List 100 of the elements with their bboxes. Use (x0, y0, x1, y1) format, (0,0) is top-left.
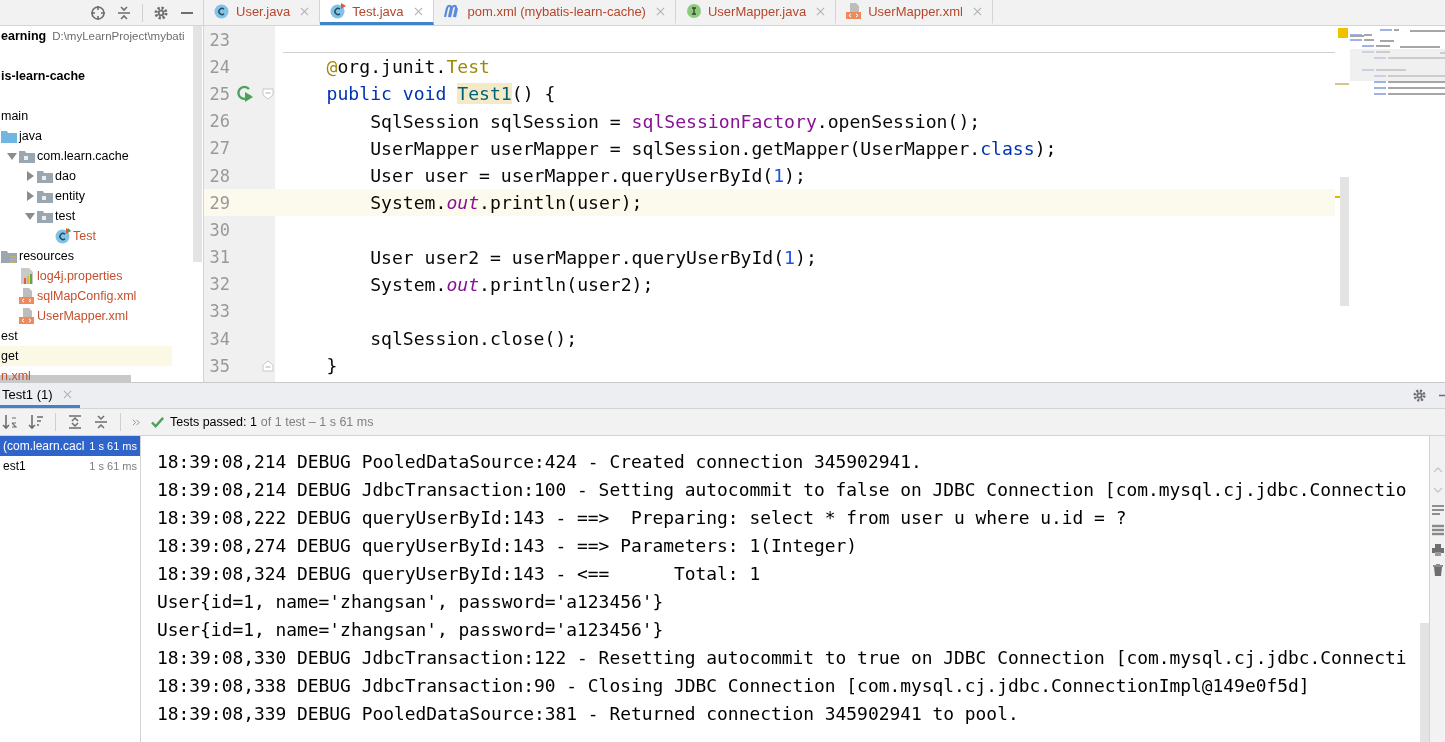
tree-item[interactable]: main (0, 106, 172, 126)
sort-alpha-icon[interactable] (2, 414, 18, 430)
code-line: System.out.println(user2); (369, 273, 654, 295)
tree-label: entity (55, 189, 85, 203)
tree-item[interactable]: dao (23, 166, 203, 186)
tree-label: Test (73, 229, 96, 243)
console-line: 18:39:08,330 DEBUG JdbcTransaction:122 - Resetting autocommit to true on JDBC Connection [com.mysql.cj.jdbc.Connecti (157, 646, 1408, 670)
code-line: User user = userMapper.queryUserById(1); (369, 165, 806, 187)
run-icon[interactable] (236, 84, 254, 103)
tree-label: get (1, 349, 19, 363)
tree-item[interactable]: java (0, 126, 190, 146)
line-number: 34 (208, 328, 230, 349)
expanded-arrow-icon[interactable] (25, 211, 35, 221)
collapse-all-icon[interactable] (93, 414, 109, 430)
scrollbar[interactable] (1420, 623, 1429, 742)
test-result-row[interactable]: (com.learn.cacl 1 s 61 ms (0, 436, 140, 456)
code-line: } (325, 355, 338, 377)
console-line: 18:39:08,222 DEBUG queryUserById:143 - ==> Preparing: select * from user u where u.id = ? (157, 506, 1128, 530)
editor-tab[interactable]: Test.java (320, 0, 434, 25)
close-icon[interactable] (62, 389, 72, 399)
scrollbar[interactable] (1340, 177, 1349, 306)
collapsed-arrow-icon[interactable] (25, 171, 35, 181)
expand-all-icon[interactable] (67, 414, 83, 430)
close-icon[interactable] (816, 6, 826, 16)
settings-icon[interactable] (1412, 388, 1427, 403)
line-number: 31 (208, 247, 230, 268)
code-line: public void Test1() { (325, 83, 556, 105)
class-icon (330, 3, 347, 19)
tree-item[interactable]: earning D:\myLearnProject\mybati (0, 26, 185, 46)
tree-item[interactable]: test (23, 206, 203, 226)
folder-icon (1, 129, 17, 143)
xml-file-icon (19, 288, 35, 304)
tree-label: n.xml (1, 369, 31, 382)
resource-folder-icon (1, 249, 17, 263)
scroll-end-icon[interactable] (1431, 524, 1444, 536)
code-line: UserMapper userMapper = sqlSession.getMapper(UserMapper.class); (369, 137, 1057, 159)
code-line: @org.junit.Test (325, 56, 490, 78)
test-result-row[interactable]: est1 1 s 61 ms (0, 456, 140, 476)
console-line: 18:39:08,214 DEBUG PooledDataSource:424 - Created connection 345902941. (157, 450, 923, 474)
more-icon[interactable] (132, 417, 141, 427)
console-line: 18:39:08,214 DEBUG JdbcTransaction:100 - Setting autocommit to false on JDBC Connection [com.mysql.cj.jdbc.Connectio (157, 478, 1408, 502)
console-line: 18:39:08,324 DEBUG queryUserById:143 - <== Total: 1 (157, 562, 762, 586)
line-number: 33 (208, 301, 230, 322)
tree-item[interactable]: com.learn.cache (5, 146, 203, 166)
close-icon[interactable] (972, 6, 982, 16)
tree-item[interactable]: UserMapper.xml (5, 306, 203, 326)
fold-icon[interactable] (261, 87, 274, 100)
editor-tab[interactable]: UserMapper.java (675, 0, 837, 25)
editor-tab[interactable]: pom.xml (mybatis-learn-cache) (433, 0, 676, 25)
folder-icon (37, 189, 53, 203)
code-line: User user2 = userMapper.queryUserById(1); (369, 246, 817, 268)
console-line: 18:39:08,338 DEBUG JdbcTransaction:90 - Closing JDBC Connection [com.mysql.cj.jdbc.ConnectionImpl@149e0f5d] (157, 674, 1311, 698)
properties-file-icon (19, 268, 35, 284)
trash-icon[interactable] (1431, 564, 1444, 576)
line-number: 26 (208, 111, 230, 132)
wrap-icon[interactable] (1431, 504, 1444, 516)
scrollbar[interactable] (193, 26, 202, 262)
line-number: 28 (208, 165, 230, 186)
check-icon (151, 415, 164, 429)
close-icon[interactable] (413, 6, 423, 16)
tree-label: dao (55, 169, 76, 183)
console-line: 18:39:08,339 DEBUG PooledDataSource:381 - Returned connection 345902941 to pool. (157, 702, 1020, 726)
settings-icon[interactable] (153, 4, 169, 21)
folder-icon (37, 169, 53, 183)
close-icon[interactable] (655, 6, 665, 16)
tree-item[interactable]: resources (0, 246, 190, 266)
tree-label: resources (19, 249, 74, 263)
console-line: User{id=1, name='zhangsan', password='a123456'} (157, 590, 665, 614)
line-number: 24 (208, 56, 230, 77)
console-line: User{id=1, name='zhangsan', password='a123456'} (157, 618, 665, 642)
console-line: 18:39:08,274 DEBUG queryUserById:143 - ==> Parameters: 1(Integer) (157, 534, 859, 558)
collapsed-arrow-icon[interactable] (25, 191, 35, 201)
tree-item[interactable]: Test (41, 226, 203, 246)
xml-file-icon (846, 3, 863, 19)
line-number: 35 (208, 355, 230, 376)
folder-icon (19, 149, 35, 163)
expanded-arrow-icon[interactable] (7, 151, 17, 161)
tree-item[interactable]: entity (23, 186, 203, 206)
class-icon (55, 228, 71, 244)
tree-item[interactable]: est (0, 326, 172, 346)
tree-label: UserMapper.xml (37, 309, 128, 323)
line-number: 27 (208, 138, 230, 159)
code-line: SqlSession sqlSession = sqlSessionFactory.openSession(); (369, 110, 981, 132)
tree-label: is-learn-cache (1, 69, 86, 83)
tree-item[interactable]: log4j.properties (5, 266, 203, 286)
tree-item[interactable]: sqlMapConfig.xml (5, 286, 203, 306)
sort-duration-icon[interactable] (28, 414, 44, 430)
editor-tab[interactable]: UserMapper.xml (836, 0, 993, 25)
tree-label: earning (1, 29, 47, 43)
collapse-all-icon[interactable] (116, 4, 132, 21)
tree-item[interactable]: is-learn-cache (0, 66, 172, 86)
locate-icon[interactable] (90, 4, 106, 21)
print-icon[interactable] (1431, 544, 1444, 556)
close-icon[interactable] (300, 6, 310, 16)
folder-icon (37, 209, 53, 223)
line-number: 30 (208, 219, 230, 240)
warning-marker[interactable] (1338, 28, 1348, 38)
line-number: 29 (208, 192, 230, 213)
test-status: Tests passed: 1 (170, 415, 257, 429)
fold-icon[interactable] (261, 359, 274, 372)
